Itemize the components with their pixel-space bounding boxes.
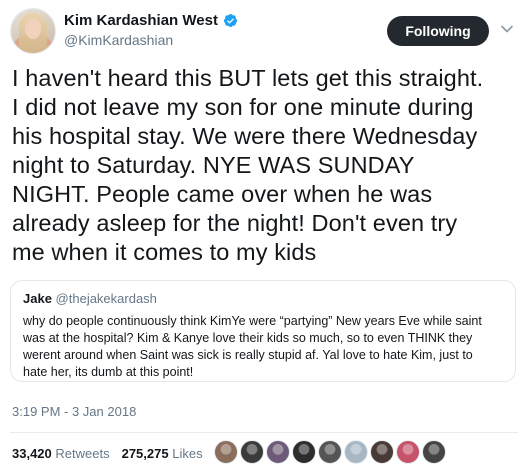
- avatar-face: [25, 19, 41, 39]
- liker-avatar[interactable]: [240, 440, 264, 464]
- liker-avatar[interactable]: [370, 440, 394, 464]
- tweet-card: Kim Kardashian West @KimKardashian Follo…: [0, 0, 530, 472]
- tweet-text: I haven't heard this BUT lets get this s…: [12, 65, 484, 265]
- liker-avatar[interactable]: [292, 440, 316, 464]
- author-name-row: Kim Kardashian West: [64, 12, 238, 29]
- quoted-tweet-text: why do people continuously think KimYe w…: [23, 314, 482, 379]
- retweets-stat[interactable]: 33,420 Retweets: [12, 446, 110, 461]
- retweets-count: 33,420: [12, 446, 52, 461]
- quoted-tweet-header: Jake @thejakekardash: [23, 291, 503, 307]
- liker-avatar[interactable]: [214, 440, 238, 464]
- author-display-name[interactable]: Kim Kardashian West: [64, 12, 218, 29]
- author-handle[interactable]: @KimKardashian: [64, 32, 173, 48]
- liker-avatar[interactable]: [318, 440, 342, 464]
- chevron-down-icon[interactable]: [500, 22, 514, 36]
- divider: [10, 432, 518, 433]
- tweet-timestamp[interactable]: 3:19 PM - 3 Jan 2018: [12, 404, 136, 419]
- quoted-tweet[interactable]: Jake @thejakekardash why do people conti…: [10, 280, 516, 382]
- liker-avatar[interactable]: [266, 440, 290, 464]
- following-button[interactable]: Following: [387, 16, 489, 46]
- likes-count: 275,275: [121, 446, 169, 461]
- liker-avatars: [214, 440, 446, 464]
- liker-avatar[interactable]: [422, 440, 446, 464]
- quoted-author-name: Jake: [23, 291, 52, 306]
- author-avatar[interactable]: [10, 8, 56, 54]
- retweets-label: Retweets: [55, 446, 110, 461]
- verified-badge-icon: [223, 13, 237, 28]
- likes-stat[interactable]: 275,275 Likes: [122, 446, 203, 461]
- likes-label: Likes: [172, 446, 203, 461]
- quoted-author-handle: @thejakekardash: [55, 291, 157, 306]
- tweet-stats: 33,420 Retweets 275,275 Likes: [12, 446, 203, 461]
- liker-avatar[interactable]: [344, 440, 368, 464]
- liker-avatar[interactable]: [396, 440, 420, 464]
